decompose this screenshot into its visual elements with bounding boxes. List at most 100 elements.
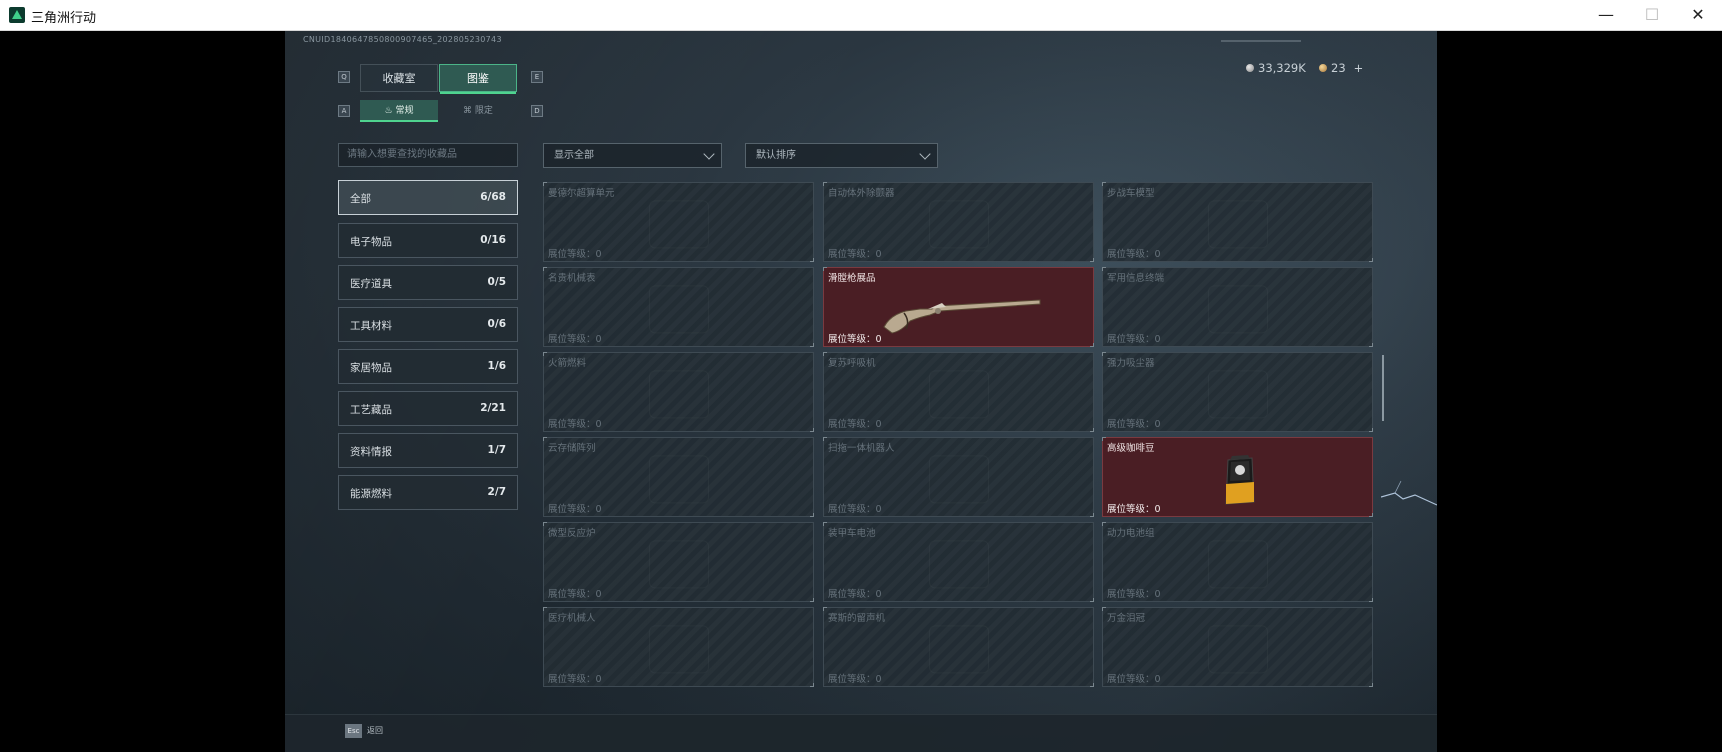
item-name: 扫拖一体机器人: [828, 443, 895, 454]
limited-icon: ⌘: [463, 106, 475, 116]
item-silhouette-icon: [648, 200, 709, 249]
window-titlebar: 三角洲行动 — ☐ ✕: [0, 0, 1722, 31]
item-level: 展位等级：0: [1107, 589, 1161, 600]
grid-scrollbar[interactable]: [1382, 355, 1384, 421]
item-card[interactable]: 医疗机械人 展位等级：0: [543, 607, 814, 687]
item-name: 装甲车电池: [828, 528, 876, 539]
item-silhouette-icon: [928, 625, 989, 674]
currency-balance: 33,329K: [1246, 56, 1306, 80]
category-energy[interactable]: 能源燃料 2/7: [338, 475, 518, 510]
item-name: 微型反应炉: [548, 528, 596, 539]
esc-key-hint[interactable]: Esc: [345, 724, 362, 738]
item-level: 展位等级：0: [828, 249, 882, 260]
filter-dropdown-label: 显示全部: [554, 150, 594, 161]
item-card[interactable]: 装甲车电池 展位等级：0: [823, 522, 1094, 602]
item-silhouette-icon: [928, 455, 989, 504]
category-name: 电子物品: [350, 236, 392, 248]
item-card[interactable]: 扫拖一体机器人 展位等级：0: [823, 437, 1094, 517]
item-name: 万金泪冠: [1107, 613, 1146, 624]
category-crafts[interactable]: 工艺藏品 2/21: [338, 391, 518, 426]
item-card[interactable]: 曼德尔超算单元 展位等级：0: [543, 182, 814, 262]
item-level: 展位等级：0: [548, 249, 602, 260]
item-card[interactable]: 赛斯的留声机 展位等级：0: [823, 607, 1094, 687]
item-card-owned[interactable]: 高级咖啡豆 展位等级：0: [1102, 437, 1373, 517]
sort-dropdown[interactable]: 默认排序: [745, 143, 938, 168]
item-silhouette-icon: [928, 370, 989, 419]
item-silhouette-icon: [1207, 200, 1268, 249]
tab-codex[interactable]: 图鉴: [439, 64, 517, 94]
item-level: 展位等级：0: [548, 334, 602, 345]
item-card[interactable]: 火箭燃料 展位等级：0: [543, 352, 814, 432]
divider: [1221, 40, 1301, 42]
category-medical[interactable]: 医疗道具 0/5: [338, 265, 518, 300]
item-silhouette-icon: [648, 285, 709, 334]
item-silhouette-icon: [648, 625, 709, 674]
category-count: 0/16: [480, 234, 506, 246]
item-card-owned[interactable]: 滑膛枪展品 展位等级：0: [823, 267, 1094, 347]
item-name: 火箭燃料: [548, 358, 587, 369]
item-name: 高级咖啡豆: [1107, 443, 1155, 454]
add-currency-button[interactable]: +: [1354, 61, 1364, 75]
category-electronics[interactable]: 电子物品 0/16: [338, 223, 518, 258]
search-input[interactable]: 请输入想要查找的收藏品: [338, 143, 518, 167]
item-card[interactable]: 步战车模型 展位等级：0: [1102, 182, 1373, 262]
item-card[interactable]: 云存储阵列 展位等级：0: [543, 437, 814, 517]
item-card[interactable]: 自动体外除颤器 展位等级：0: [823, 182, 1094, 262]
tab-collection-room[interactable]: 收藏室: [360, 64, 438, 92]
category-count: 2/7: [487, 486, 506, 498]
item-name: 动力电池组: [1107, 528, 1155, 539]
chevron-down-icon: [703, 148, 715, 160]
footer-bar: Esc 返回: [285, 714, 1437, 752]
item-card[interactable]: 万金泪冠 展位等级：0: [1102, 607, 1373, 687]
key-hint-q: Q: [338, 71, 350, 83]
category-name: 资料情报: [350, 446, 392, 458]
category-name: 工艺藏品: [350, 404, 392, 416]
item-grid: 曼德尔超算单元 展位等级：0 自动体外除颤器 展位等级：0 步战车模型 展位等级…: [543, 182, 1373, 722]
item-level: 展位等级：0: [828, 334, 882, 345]
item-name: 云存储阵列: [548, 443, 596, 454]
item-silhouette-icon: [928, 200, 989, 249]
back-label[interactable]: 返回: [367, 725, 383, 736]
category-name: 医疗道具: [350, 278, 392, 290]
item-name: 强力吸尘器: [1107, 358, 1155, 369]
close-button[interactable]: ✕: [1675, 0, 1721, 31]
category-count: 0/6: [487, 318, 506, 330]
key-hint-d: D: [531, 105, 543, 117]
item-card[interactable]: 强力吸尘器 展位等级：0: [1102, 352, 1373, 432]
item-name: 曼德尔超算单元: [548, 188, 615, 199]
item-level: 展位等级：0: [1107, 419, 1161, 430]
item-card[interactable]: 动力电池组 展位等级：0: [1102, 522, 1373, 602]
category-count: 6/68: [480, 191, 506, 203]
minimize-button[interactable]: —: [1583, 0, 1629, 31]
item-silhouette-icon: [648, 455, 709, 504]
maximize-button[interactable]: ☐: [1629, 0, 1675, 31]
item-level: 展位等级：0: [828, 674, 882, 685]
item-card[interactable]: 名贵机械表 展位等级：0: [543, 267, 814, 347]
item-silhouette-icon: [1207, 625, 1268, 674]
currency-amount: 33,329K: [1258, 61, 1306, 75]
player-uid: CNUID1840647850800907465_202805230743: [303, 35, 502, 44]
item-name: 军用信息终端: [1107, 273, 1165, 284]
category-all[interactable]: 全部 6/68: [338, 180, 518, 215]
game-viewport: CNUID1840647850800907465_202805230743 33…: [285, 31, 1437, 752]
premium-currency: 23 +: [1319, 56, 1363, 80]
category-name: 全部: [350, 193, 371, 205]
sort-dropdown-label: 默认排序: [756, 150, 796, 161]
item-card[interactable]: 微型反应炉 展位等级：0: [543, 522, 814, 602]
category-tools[interactable]: 工具材料 0/6: [338, 307, 518, 342]
subtab-regular[interactable]: ♨ 常规: [360, 100, 438, 122]
item-level: 展位等级：0: [1107, 674, 1161, 685]
category-household[interactable]: 家居物品 1/6: [338, 349, 518, 384]
filter-dropdown[interactable]: 显示全部: [543, 143, 722, 168]
category-intel[interactable]: 资料情报 1/7: [338, 433, 518, 468]
item-name: 滑膛枪展品: [828, 273, 876, 284]
subtab-limited[interactable]: ⌘ 限定: [439, 100, 517, 122]
subtab-regular-label: 常规: [395, 106, 414, 116]
category-name: 能源燃料: [350, 488, 392, 500]
item-card[interactable]: 军用信息终端 展位等级：0: [1102, 267, 1373, 347]
item-level: 展位等级：0: [548, 419, 602, 430]
item-silhouette-icon: [1207, 285, 1268, 334]
app-logo-icon: [9, 7, 25, 23]
category-name: 家居物品: [350, 362, 392, 374]
item-card[interactable]: 复苏呼吸机 展位等级：0: [823, 352, 1094, 432]
